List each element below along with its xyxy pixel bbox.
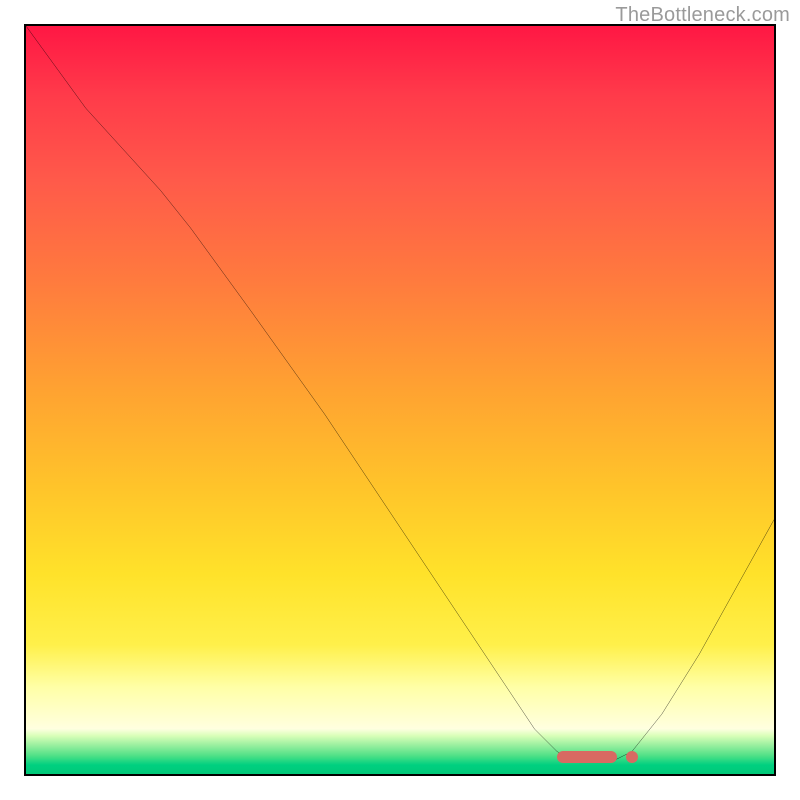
plot-area (24, 24, 776, 776)
optimal-range-bar (557, 751, 617, 763)
curve-svg (26, 26, 774, 774)
chart-stage: TheBottleneck.com (0, 0, 800, 800)
bottleneck-curve (26, 26, 774, 763)
optimal-point-dot (626, 751, 638, 763)
